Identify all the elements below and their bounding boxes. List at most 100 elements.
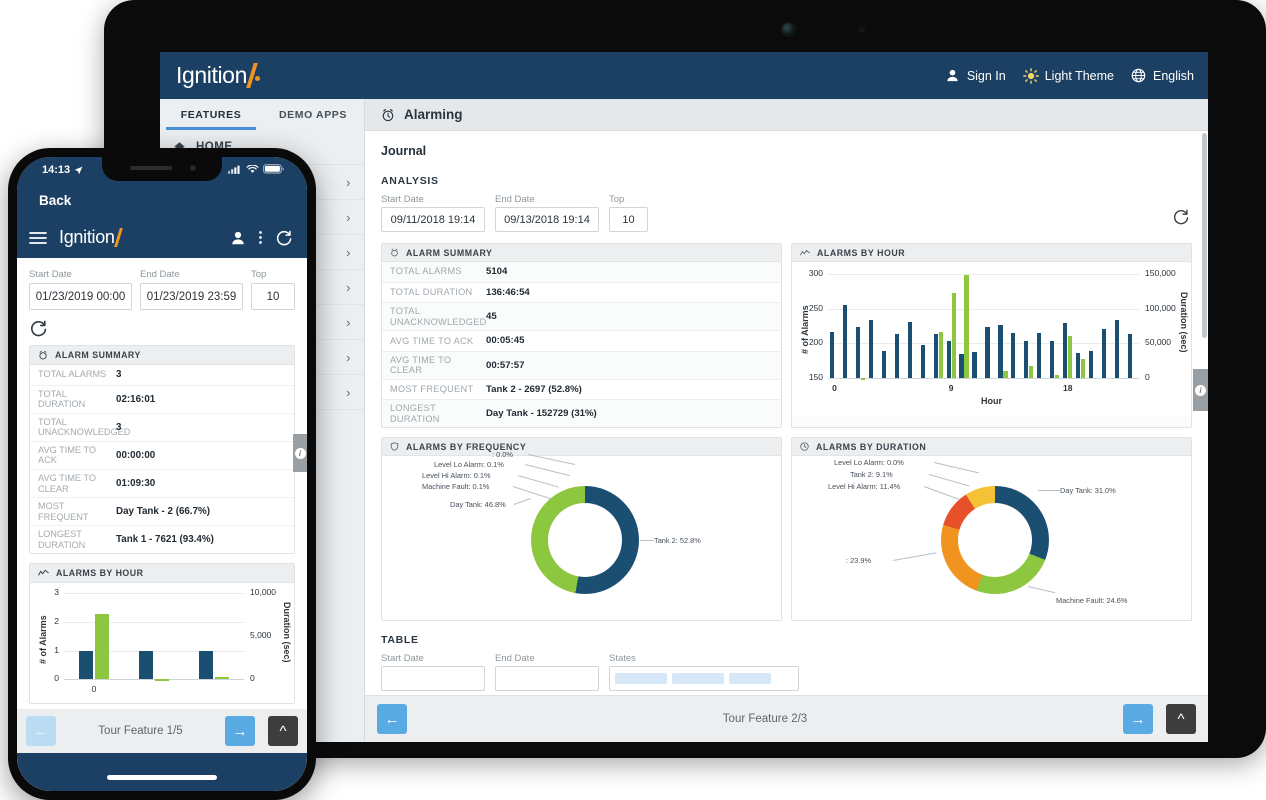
info-icon: i bbox=[1195, 384, 1206, 396]
sidebar-tabs: FEATURES DEMO APPS bbox=[160, 99, 364, 130]
phone-summary-value: 00:00:00 bbox=[116, 449, 156, 461]
chevron-right-icon: › bbox=[346, 314, 351, 330]
hamburger-icon[interactable] bbox=[29, 231, 47, 245]
summary-row: LONGEST DURATION Day Tank - 152729 (31%) bbox=[382, 400, 781, 428]
analysis-section-label: ANALYSIS bbox=[381, 175, 439, 187]
table-states-input[interactable] bbox=[609, 666, 799, 692]
tour-collapse-button[interactable]: ^ bbox=[1166, 704, 1196, 734]
phone-back-button[interactable]: Back bbox=[17, 191, 307, 217]
journal-heading: Journal bbox=[381, 144, 427, 158]
phone-summary-value: 3 bbox=[116, 369, 122, 381]
phone-start-date-label: Start Date bbox=[29, 269, 72, 280]
line-chart-icon bbox=[38, 569, 49, 577]
clock-icon bbox=[800, 442, 809, 452]
phone-tour-next-button[interactable]: → bbox=[225, 716, 255, 746]
phone-alarms-by-hour-title: ALARMS BY HOUR bbox=[56, 568, 144, 579]
table-start-date-input[interactable] bbox=[381, 666, 485, 692]
chevron-right-icon: › bbox=[346, 209, 351, 225]
tablet-camera-icon bbox=[782, 23, 795, 36]
phone-notch bbox=[102, 157, 222, 181]
ignition-logo: Ignition bbox=[176, 62, 260, 89]
sign-in-button[interactable]: Sign In bbox=[945, 68, 1006, 84]
line-chart-icon bbox=[800, 249, 810, 257]
alarm-icon bbox=[390, 248, 399, 257]
phone-device: 14:13 Back Ignition i Start Date 01/23/2… bbox=[8, 148, 316, 800]
chevron-right-icon: › bbox=[346, 279, 351, 295]
top-label: Top bbox=[609, 194, 625, 205]
start-date-input[interactable]: 09/11/2018 19:14 bbox=[381, 207, 485, 232]
state-chip[interactable] bbox=[672, 673, 724, 685]
alarms-by-hour-card: ALARMS BY HOUR 150 200 250 300 0 50,000 100,00… bbox=[791, 243, 1192, 429]
alarms-by-duration-title: ALARMS BY DURATION bbox=[816, 441, 927, 452]
alarms-by-hour-title: ALARMS BY HOUR bbox=[817, 247, 906, 258]
phone-start-date-group: Start Date 01/23/2019 00:00 bbox=[29, 269, 132, 310]
summary-label: TOTAL ALARMS bbox=[390, 266, 462, 277]
person-icon bbox=[945, 68, 961, 84]
state-chip[interactable] bbox=[615, 673, 667, 685]
phone-screen: 14:13 Back Ignition i Start Date 01/23/2… bbox=[17, 157, 307, 791]
alarms-by-duration-header: ALARMS BY DURATION bbox=[792, 438, 1191, 457]
alarms-by-hour-chart: 150 200 250 300 0 50,000 100,000 150,000 0 9 18 Hou… bbox=[792, 262, 1191, 416]
phone-summary-value: 02:16:01 bbox=[116, 393, 156, 405]
summary-label: AVG TIME TO ACK bbox=[390, 335, 474, 346]
page-header: Alarming bbox=[365, 99, 1208, 131]
phone-start-date-input[interactable]: 01/23/2019 00:00 bbox=[29, 283, 132, 310]
tour-next-button[interactable]: → bbox=[1123, 704, 1153, 734]
phone-summary-value: Tank 1 - 7621 (93.4%) bbox=[116, 534, 214, 546]
phone-top-group: Top 10 bbox=[251, 269, 295, 310]
phone-summary-row: TOTAL DURATION 02:16:01 bbox=[30, 386, 294, 414]
summary-value: 45 bbox=[486, 311, 497, 323]
location-arrow-icon bbox=[74, 166, 83, 175]
main-scrollbar[interactable] bbox=[1202, 133, 1207, 338]
phone-ignition-logo: Ignition bbox=[59, 227, 123, 248]
kebab-menu-icon[interactable] bbox=[258, 229, 263, 246]
summary-value: 00:05:45 bbox=[486, 335, 525, 347]
table-states-group: States bbox=[609, 653, 799, 692]
language-label: English bbox=[1153, 68, 1194, 83]
table-end-date-label: End Date bbox=[495, 653, 535, 665]
phone-summary-label: TOTAL DURATION bbox=[38, 388, 86, 410]
phone-tour-bar: ← Tour Feature 1/5 → ^ bbox=[17, 709, 307, 753]
phone-alarm-summary-header: ALARM SUMMARY bbox=[30, 346, 294, 365]
chevron-right-icon: › bbox=[346, 349, 351, 365]
tablet-screen: Ignition Sign In Light Theme English FEA… bbox=[160, 52, 1208, 742]
phone-filters: Start Date 01/23/2019 00:00 End Date 01/… bbox=[29, 269, 295, 310]
person-icon[interactable] bbox=[230, 230, 246, 246]
phone-end-date-input[interactable]: 01/23/2019 23:59 bbox=[140, 283, 243, 310]
language-button[interactable]: English bbox=[1131, 68, 1194, 84]
phone-summary-row: AVG TIME TO CLEAR 01:09:30 bbox=[30, 470, 294, 499]
state-chip[interactable] bbox=[729, 673, 771, 685]
phone-refresh-button[interactable] bbox=[29, 319, 295, 338]
end-date-input[interactable]: 09/13/2018 19:14 bbox=[495, 207, 599, 232]
tab-demo-apps[interactable]: DEMO APPS bbox=[262, 99, 364, 130]
info-icon: i bbox=[294, 447, 306, 459]
alarm-clock-icon bbox=[381, 108, 395, 122]
theme-label: Light Theme bbox=[1044, 68, 1114, 83]
phone-tour-collapse-button[interactable]: ^ bbox=[268, 716, 298, 746]
alarm-summary-header: ALARM SUMMARY bbox=[382, 244, 781, 262]
refresh-button[interactable] bbox=[1172, 208, 1190, 226]
phone-end-date-group: End Date 01/23/2019 23:59 bbox=[140, 269, 243, 310]
phone-summary-label: TOTAL UNACKNOWLEDGED bbox=[38, 416, 131, 438]
wifi-icon bbox=[246, 164, 259, 174]
top-input[interactable]: 10 bbox=[609, 207, 648, 232]
phone-top-input[interactable]: 10 bbox=[251, 283, 295, 310]
table-start-date-group: Start Date bbox=[381, 653, 485, 692]
phone-tour-prev-button[interactable]: ← bbox=[26, 716, 56, 746]
alarm-summary-card: ALARM SUMMARY TOTAL ALARMS 5104 TOTAL DUR… bbox=[381, 243, 782, 429]
phone-info-tab-button[interactable]: i bbox=[293, 434, 307, 472]
table-end-date-input[interactable] bbox=[495, 666, 599, 692]
theme-toggle-button[interactable]: Light Theme bbox=[1022, 67, 1114, 84]
summary-value: Day Tank - 152729 (31%) bbox=[486, 408, 597, 420]
tour-progress-label: Tour Feature 2/3 bbox=[722, 713, 808, 725]
analysis-cards: ALARM SUMMARY TOTAL ALARMS 5104 TOTAL DUR… bbox=[381, 243, 1192, 622]
refresh-icon[interactable] bbox=[275, 229, 293, 247]
shield-icon bbox=[390, 442, 399, 452]
top-group: Top 10 bbox=[609, 194, 648, 232]
tab-features[interactable]: FEATURES bbox=[160, 99, 262, 130]
info-tab-button[interactable]: i bbox=[1193, 369, 1208, 411]
tour-prev-button[interactable]: ← bbox=[377, 704, 407, 734]
phone-summary-label: TOTAL ALARMS bbox=[38, 369, 107, 380]
alarms-by-duration-card: ALARMS BY DURATION Day Tank: 31.0% Machin… bbox=[791, 437, 1192, 622]
sign-in-label: Sign In bbox=[966, 68, 1006, 83]
